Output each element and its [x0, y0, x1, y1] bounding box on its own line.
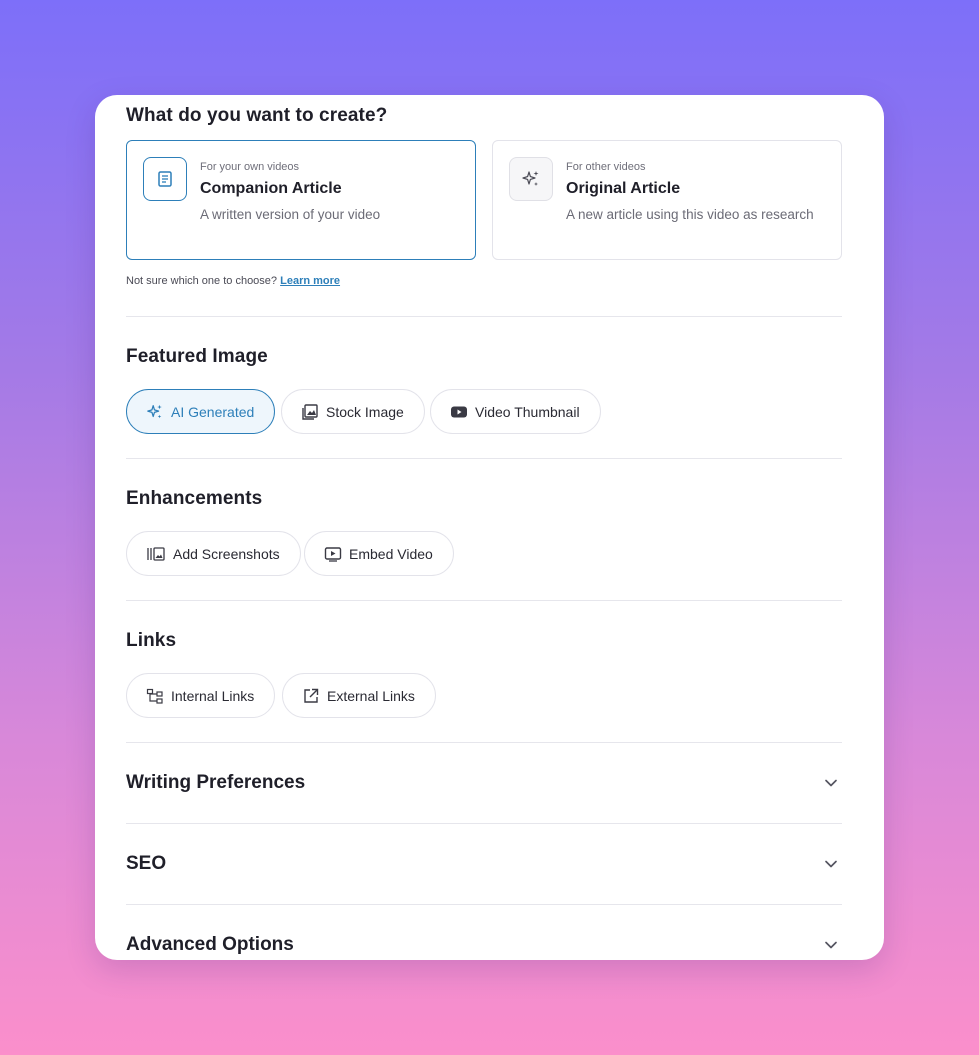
- pill-label: Stock Image: [326, 403, 404, 420]
- chevron-down-icon: [825, 941, 837, 949]
- screenshots-icon: [147, 546, 165, 561]
- pill-label: Add Screenshots: [173, 545, 280, 562]
- option-subtitle: For other videos: [566, 161, 646, 173]
- create-section-title: What do you want to create?: [126, 105, 388, 126]
- external-links-button[interactable]: External Links: [282, 673, 436, 718]
- pill-label: Video Thumbnail: [475, 403, 580, 420]
- article-settings-card: What do you want to create? For your own…: [95, 95, 884, 960]
- option-subtitle: For your own videos: [200, 161, 300, 173]
- pill-label: External Links: [327, 687, 415, 704]
- document-icon: [143, 157, 187, 201]
- seo-accordion[interactable]: SEO: [126, 844, 842, 884]
- divider: [126, 823, 842, 824]
- pill-label: Embed Video: [349, 545, 433, 562]
- pill-label: AI Generated: [171, 403, 255, 420]
- hint-text: Not sure which one to choose?: [126, 275, 278, 287]
- accordion-label: Advanced Options: [126, 934, 294, 955]
- divider: [126, 904, 842, 905]
- divider: [126, 458, 842, 459]
- companion-article-option[interactable]: For your own videos Companion Article A …: [126, 140, 476, 260]
- video-thumbnail-button[interactable]: Video Thumbnail: [430, 389, 601, 434]
- option-description: A written version of your video: [200, 207, 381, 222]
- choose-hint: Not sure which one to choose? Learn more: [126, 275, 340, 287]
- learn-more-link[interactable]: Learn more: [280, 275, 340, 287]
- option-description: A new article using this video as resear…: [566, 207, 814, 222]
- stock-image-button[interactable]: Stock Image: [281, 389, 425, 434]
- writing-preferences-accordion[interactable]: Writing Preferences: [126, 763, 842, 803]
- sparkle-icon: [147, 404, 162, 418]
- chevron-down-icon: [825, 779, 837, 787]
- divider: [126, 742, 842, 743]
- accordion-label: Writing Preferences: [126, 772, 306, 793]
- embed-video-button[interactable]: Embed Video: [304, 531, 454, 576]
- image-stack-icon: [302, 403, 318, 420]
- pill-label: Internal Links: [171, 687, 255, 704]
- internal-links-button[interactable]: Internal Links: [126, 673, 276, 718]
- chevron-down-icon: [825, 860, 837, 868]
- featured-image-title: Featured Image: [126, 346, 268, 367]
- advanced-options-accordion[interactable]: Advanced Options: [126, 925, 842, 960]
- sitemap-icon: [146, 688, 163, 704]
- accordion-label: SEO: [126, 853, 167, 874]
- divider: [126, 316, 842, 317]
- option-title: Companion Article: [200, 180, 342, 197]
- sparkle-icon: [509, 157, 553, 201]
- embed-video-icon: [324, 546, 342, 562]
- enhancements-title: Enhancements: [126, 488, 263, 509]
- add-screenshots-button[interactable]: Add Screenshots: [126, 531, 301, 576]
- original-article-option[interactable]: For other videos Original Article A new …: [492, 140, 842, 260]
- ai-generated-button[interactable]: AI Generated: [126, 389, 276, 434]
- external-link-icon: [304, 688, 319, 703]
- option-title: Original Article: [566, 180, 681, 197]
- youtube-icon: [451, 406, 467, 417]
- links-title: Links: [126, 630, 177, 651]
- divider: [126, 600, 842, 601]
